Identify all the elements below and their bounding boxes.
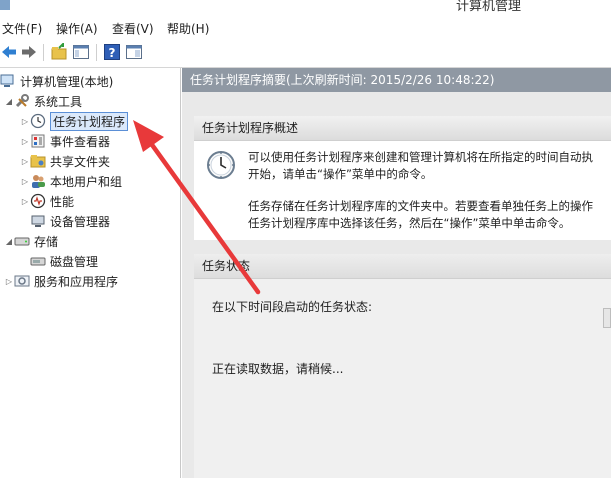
tree-item-local-users[interactable]: ▷ 本地用户和组: [20, 172, 122, 190]
tree-item-label: 系统工具: [34, 94, 83, 109]
menu-action[interactable]: 操作(A): [56, 20, 98, 37]
back-icon[interactable]: [0, 43, 18, 61]
toolbar: ?: [0, 39, 611, 68]
tree-item-label: 磁盘管理: [50, 254, 99, 269]
tree-item-label: 设备管理器: [50, 214, 111, 229]
tree-item-services-apps[interactable]: ▷ 服务和应用程序: [4, 272, 118, 290]
task-status-title[interactable]: 任务状态: [194, 254, 611, 279]
overview-text-line: 任务计划程序库中选择该任务，然后在“操作”菜单中单击命令。: [248, 216, 571, 230]
expand-arrow-icon[interactable]: ▷: [4, 277, 14, 286]
tree-root-label: 计算机管理(本地): [20, 74, 114, 89]
overview-text-line: 任务存储在任务计划程序库的文件夹中。若要查看单独任务上的操作: [248, 199, 593, 213]
tree-item-label: 服务和应用程序: [34, 274, 119, 289]
tree-item-system-tools[interactable]: ◢ 系统工具: [4, 92, 82, 110]
svg-text:?: ?: [109, 46, 116, 60]
tree-item-device-manager[interactable]: 设备管理器: [30, 212, 110, 230]
tree-item-label: 性能: [50, 194, 75, 209]
expand-arrow-icon[interactable]: ▷: [20, 177, 30, 186]
expand-arrow-icon[interactable]: ▷: [20, 137, 30, 146]
tree-item-label: 共享文件夹: [50, 154, 111, 169]
overview-section: 任务计划程序概述 可以使用任务计划程序来创建和管理计算机将在所指定的时间自动执 …: [194, 116, 611, 240]
collapse-arrow-icon[interactable]: ◢: [4, 97, 14, 106]
overview-title[interactable]: 任务计划程序概述: [194, 116, 611, 141]
services-icon: [14, 273, 30, 289]
shared-folder-icon: [30, 153, 46, 169]
system-tools-icon: [14, 93, 30, 109]
overview-text-line: 可以使用任务计划程序来创建和管理计算机将在所指定的时间自动执: [248, 150, 593, 164]
tree-item-label: 存储: [34, 234, 59, 249]
task-status-section: 任务状态 在以下时间段启动的任务状态: 正在读取数据，请稍候...: [194, 254, 611, 478]
expand-arrow-icon[interactable]: ▷: [20, 157, 30, 166]
toolbar-separator: [43, 44, 44, 61]
tree-item-task-scheduler[interactable]: ▷ 任务计划程序: [20, 111, 129, 131]
overview-text-line: 开始，请单击“操作”菜单中的命令。: [248, 167, 433, 181]
summary-header: 任务计划程序摘要(上次刷新时间: 2015/2/26 10:48:22): [182, 68, 611, 92]
window-title: 计算机管理: [455, 0, 521, 14]
toolbar-separator: [96, 44, 97, 61]
loading-text: 正在读取数据，请稍候...: [212, 362, 344, 376]
menu-file[interactable]: 文件(F): [2, 20, 42, 37]
show-hide-tree-icon[interactable]: [72, 43, 90, 61]
tree-item-label: 任务计划程序: [50, 111, 129, 131]
tree-item-label: 本地用户和组: [50, 174, 123, 189]
title-bar: 计算机管理: [0, 0, 611, 16]
expand-arrow-icon[interactable]: ▷: [20, 197, 30, 206]
tree-root[interactable]: 计算机管理(本地): [0, 72, 113, 90]
tree-item-disk-management[interactable]: 磁盘管理: [30, 252, 98, 270]
event-viewer-icon: [30, 133, 46, 149]
clock-icon: [30, 113, 46, 129]
tree-item-event-viewer[interactable]: ▷ 事件查看器: [20, 132, 110, 150]
storage-icon: [14, 233, 30, 249]
menu-view[interactable]: 查看(V): [112, 20, 154, 37]
device-manager-icon: [30, 213, 46, 229]
tasks-started-label: 在以下时间段启动的任务状态:: [212, 300, 373, 314]
navigation-tree: 计算机管理(本地) ◢ 系统工具 ▷ 任务计划程序 ▷ 事件查看器 ▷ 共享文件…: [0, 68, 181, 478]
expand-arrow-icon[interactable]: ▷: [20, 117, 30, 126]
menu-bar: 文件(F) 操作(A) 查看(V) 帮助(H): [0, 16, 611, 39]
tree-item-storage[interactable]: ◢ 存储: [4, 232, 58, 250]
up-folder-icon[interactable]: [50, 43, 68, 61]
menu-help[interactable]: 帮助(H): [167, 20, 209, 37]
collapse-arrow-icon[interactable]: ◢: [4, 237, 14, 246]
console-tree-icon[interactable]: [125, 43, 143, 61]
tree-item-performance[interactable]: ▷ 性能: [20, 192, 74, 210]
period-dropdown-stub[interactable]: [603, 308, 611, 328]
forward-icon[interactable]: [20, 43, 38, 61]
app-icon: [0, 0, 10, 10]
task-scheduler-clock-icon: [206, 150, 236, 180]
performance-icon: [30, 193, 46, 209]
disk-icon: [30, 253, 46, 269]
content-pane: 任务计划程序摘要(上次刷新时间: 2015/2/26 10:48:22) 任务计…: [182, 68, 611, 478]
tree-item-shared-folders[interactable]: ▷ 共享文件夹: [20, 152, 110, 170]
help-icon[interactable]: ?: [103, 43, 121, 61]
computer-management-icon: [0, 73, 16, 89]
tree-item-label: 事件查看器: [50, 134, 111, 149]
users-icon: [30, 173, 46, 189]
